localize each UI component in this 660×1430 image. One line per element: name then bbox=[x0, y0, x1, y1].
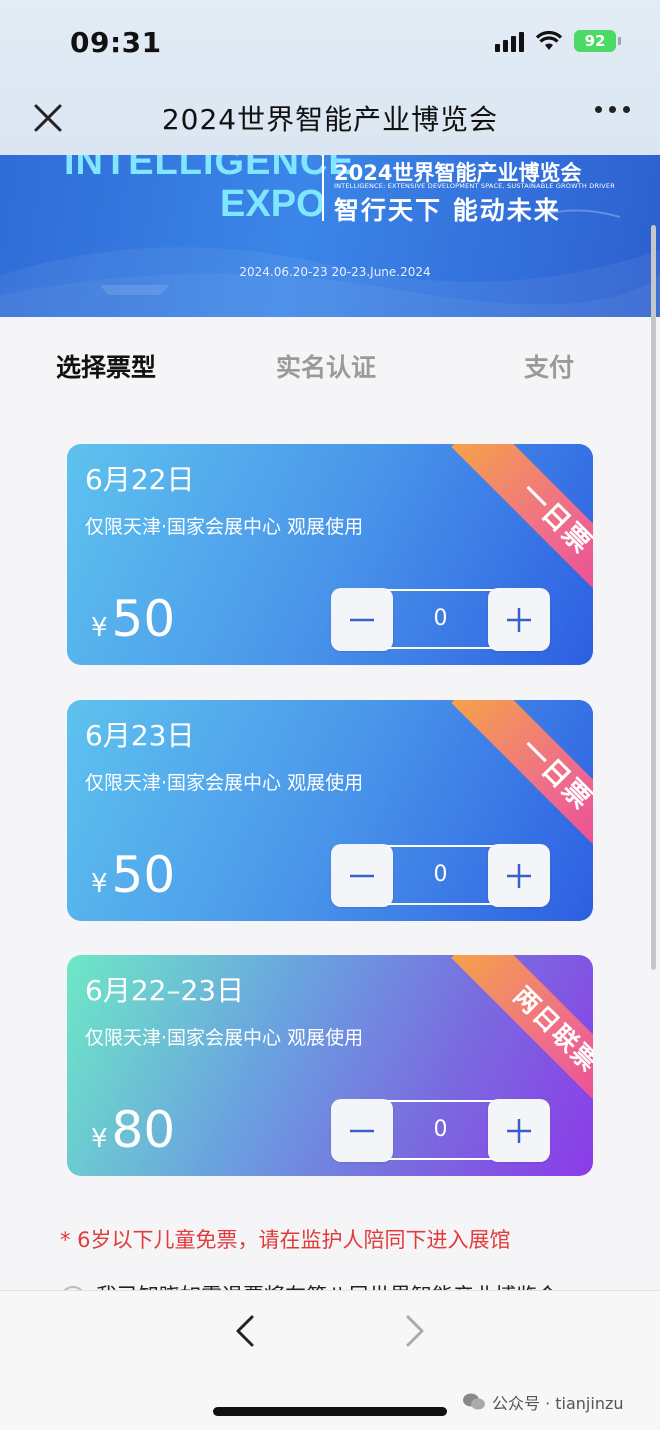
banner-en-line1: INTELLIGENCE bbox=[64, 155, 355, 183]
decrease-button[interactable] bbox=[331, 1099, 393, 1162]
forward-button[interactable] bbox=[400, 1311, 430, 1355]
signal-icon bbox=[495, 30, 524, 52]
increase-button[interactable] bbox=[488, 844, 550, 907]
ticket-price: ¥50 bbox=[91, 590, 175, 648]
page-title: 2024世界智能产业博览会 bbox=[161, 103, 499, 136]
step-payment: 支付 bbox=[524, 353, 575, 382]
minus-icon bbox=[350, 874, 374, 878]
ticket-venue: 仅限天津·国家会展中心 观展使用 bbox=[85, 1027, 364, 1049]
currency-symbol: ¥ bbox=[91, 613, 108, 643]
quantity-value[interactable]: 0 bbox=[387, 1100, 494, 1160]
wechat-icon bbox=[463, 1393, 485, 1410]
ticket-date: 6月22–23日 bbox=[85, 974, 245, 1007]
status-time: 09:31 bbox=[70, 26, 162, 59]
chevron-left-icon bbox=[236, 1315, 254, 1347]
price-amount: 50 bbox=[111, 846, 176, 904]
quantity-stepper: 0 bbox=[331, 588, 550, 651]
expo-banner: INTELLIGENCE EXPO 2024世界智能产业博览会 INTELLIG… bbox=[0, 155, 660, 317]
watermark: 公众号 · tianjinzu bbox=[462, 1390, 624, 1414]
banner-en-line2: EXPO bbox=[220, 183, 326, 225]
ticket-card: 6月22日 仅限天津·国家会展中心 观展使用 ¥50 一日票 0 bbox=[67, 444, 593, 665]
plus-icon bbox=[507, 1119, 531, 1143]
quantity-stepper: 0 bbox=[331, 844, 550, 907]
currency-symbol: ¥ bbox=[91, 869, 108, 899]
decrease-button[interactable] bbox=[331, 588, 393, 651]
quantity-value[interactable]: 0 bbox=[387, 845, 494, 905]
back-button[interactable] bbox=[230, 1311, 260, 1355]
home-indicator bbox=[213, 1407, 447, 1416]
banner-subtitle: INTELLIGENCE: EXTENSIVE DEVELOPMENT SPAC… bbox=[334, 182, 615, 190]
ticket-card: 6月23日 仅限天津·国家会展中心 观展使用 ¥50 一日票 0 bbox=[67, 700, 593, 921]
banner-slogan: 智行天下 能动未来 bbox=[334, 196, 561, 225]
watermark-text: 公众号 · tianjinzu bbox=[492, 1394, 624, 1413]
banner-dates: 2024.06.20-23 20-23.June.2024 bbox=[239, 265, 431, 279]
chevron-right-icon bbox=[406, 1315, 424, 1347]
price-amount: 50 bbox=[111, 590, 176, 648]
minus-icon bbox=[350, 618, 374, 622]
ticket-date: 6月23日 bbox=[85, 719, 195, 752]
step-select-ticket: 选择票型 bbox=[56, 353, 157, 382]
increase-button[interactable] bbox=[488, 588, 550, 651]
quantity-value[interactable]: 0 bbox=[387, 589, 494, 649]
step-real-name: 实名认证 bbox=[276, 353, 377, 382]
ticket-card: 6月22–23日 仅限天津·国家会展中心 观展使用 ¥80 两日联票 0 bbox=[67, 955, 593, 1176]
decrease-button[interactable] bbox=[331, 844, 393, 907]
minus-icon bbox=[350, 1129, 374, 1133]
scrollbar[interactable] bbox=[651, 225, 656, 970]
top-bar: 09:31 92 2024世界智能产业博览会 bbox=[0, 0, 660, 155]
purchase-steps: 选择票型 实名认证 支付 bbox=[0, 340, 660, 390]
banner-divider bbox=[322, 155, 324, 221]
ticket-date: 6月22日 bbox=[85, 463, 195, 496]
more-dots-icon bbox=[595, 106, 602, 113]
ticket-price: ¥80 bbox=[91, 1101, 175, 1159]
wifi-icon bbox=[536, 31, 562, 51]
quantity-stepper: 0 bbox=[331, 1099, 550, 1162]
increase-button[interactable] bbox=[488, 1099, 550, 1162]
children-free-note: * 6岁以下儿童免票，请在监护人陪同下进入展馆 bbox=[60, 1228, 511, 1252]
more-menu-button[interactable] bbox=[595, 106, 630, 113]
bottom-toolbar: 公众号 · tianjinzu bbox=[0, 1290, 660, 1430]
battery-indicator: 92 bbox=[574, 30, 621, 52]
status-icons: 92 bbox=[495, 30, 621, 52]
currency-symbol: ¥ bbox=[91, 1124, 108, 1154]
price-amount: 80 bbox=[111, 1101, 176, 1159]
ticket-venue: 仅限天津·国家会展中心 观展使用 bbox=[85, 516, 364, 538]
plus-icon bbox=[507, 608, 531, 632]
ticket-venue: 仅限天津·国家会展中心 观展使用 bbox=[85, 772, 364, 794]
ticket-price: ¥50 bbox=[91, 846, 175, 904]
plus-icon bbox=[507, 864, 531, 888]
